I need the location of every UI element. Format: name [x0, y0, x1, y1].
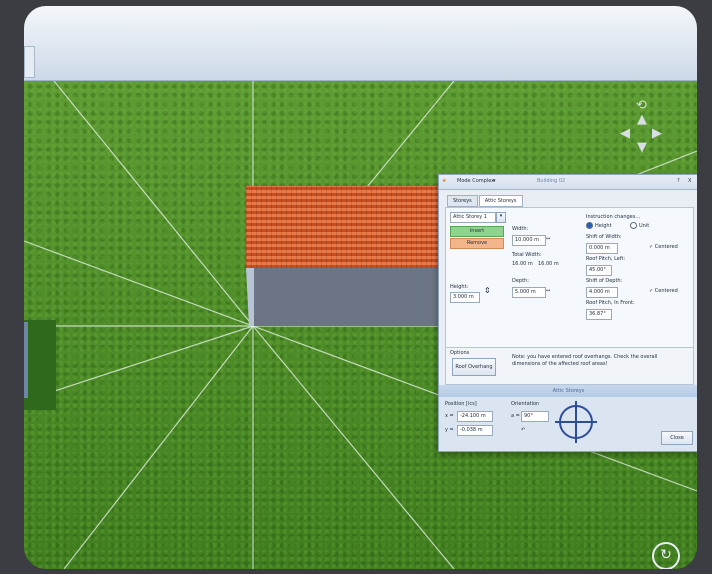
depth-pick-icon[interactable]: ↔: [546, 288, 550, 294]
building-wall[interactable]: [254, 268, 446, 326]
building-dialog: ★ Mode Complex ▾ Building 02 ? X Storeys…: [438, 174, 697, 452]
chevron-down-icon[interactable]: ▾: [493, 178, 496, 184]
dialog-titlebar: ★ Mode Complex ▾ Building 02 ? X: [439, 175, 697, 190]
angle-pick-icon[interactable]: ↶: [521, 427, 525, 433]
roof-pitch-front-field[interactable]: 36.87°: [586, 309, 612, 320]
arrow-left-icon[interactable]: ◀: [620, 126, 630, 141]
navigation-control[interactable]: ⟲ ▲ ◀ ▶ ▼: [616, 98, 666, 158]
roof-pitch-left-label: Roof Pitch, Left:: [586, 256, 626, 262]
tab-attic-storeys[interactable]: Attic Storeys: [478, 195, 523, 207]
centered2-checkbox[interactable]: ✓ Centered: [649, 288, 678, 294]
x-field[interactable]: -24.100 m: [457, 411, 493, 422]
close-icon[interactable]: X: [688, 178, 691, 184]
storey-select[interactable]: Attic Storey 1: [450, 212, 496, 223]
y-label: y =: [445, 427, 454, 433]
y-field[interactable]: -0.038 m: [457, 425, 493, 436]
angle-label: a =: [511, 413, 520, 419]
arrow-down-icon[interactable]: ▼: [637, 140, 647, 155]
remove-button[interactable]: Remove: [450, 238, 504, 249]
total-width-value: 16.00 m: [512, 261, 533, 267]
ribbon-toolbar: [24, 6, 697, 81]
dialog-title: Building 02: [537, 178, 566, 184]
width-field[interactable]: 10.000 m: [512, 235, 546, 246]
building-roof[interactable]: [246, 186, 446, 268]
position-label: Position [ics]: [445, 401, 477, 407]
roof-overhang-note: Note: you have entered roof overhangs. C…: [512, 354, 658, 367]
app-frame: ⟲ ▲ ◀ ▶ ▼ ★ Mode Complex ▾ Building 02 ?…: [24, 6, 697, 569]
arrow-up-icon[interactable]: ▲: [637, 112, 647, 127]
height-arrow-icon: ⇕: [484, 286, 491, 295]
instruction-label: Instruction changes...: [586, 214, 641, 220]
tab-storeys[interactable]: Storeys: [447, 195, 478, 207]
options-section: Options Roof Overhang Note: you have ent…: [445, 347, 694, 385]
roof-pitch-left-field[interactable]: 45.00°: [586, 265, 612, 276]
depth-field[interactable]: 5.000 m: [512, 287, 546, 298]
side-object: [24, 320, 56, 410]
close-button[interactable]: Close: [661, 431, 693, 445]
roof-overhang-button[interactable]: Roof Overhang: [452, 358, 496, 376]
position-section: Position [ics] x = -24.100 m y = -0.038 …: [439, 397, 697, 451]
radio-height[interactable]: Height: [586, 222, 612, 229]
total-width-value: 16.00 m: [538, 261, 559, 267]
guide-line: [24, 325, 254, 402]
orientation-compass[interactable]: [555, 401, 597, 443]
width-label: Width:: [512, 226, 529, 232]
x-label: x =: [445, 413, 454, 419]
ribbon-collapse-tab[interactable]: [24, 46, 35, 78]
guide-line: [63, 325, 254, 569]
roof-pitch-front-label: Roof Pitch, In Front:: [586, 300, 635, 306]
total-width-label: Total Width:: [512, 252, 542, 258]
side-object-edge: [24, 322, 28, 398]
guide-line: [252, 325, 455, 569]
rotate-icon[interactable]: ⟲: [636, 98, 647, 113]
height-field[interactable]: 3.000 m: [450, 292, 480, 303]
storey-dropdown-button[interactable]: ▾: [496, 212, 506, 223]
width-pick-icon[interactable]: ↔: [546, 236, 550, 242]
centered1-checkbox[interactable]: ✓ Centered: [649, 244, 678, 250]
insert-button[interactable]: Insert: [450, 226, 504, 237]
mode-menu[interactable]: Mode Complex: [457, 178, 494, 184]
options-label: Options: [450, 350, 470, 356]
help-button[interactable]: ?: [677, 178, 680, 184]
depth-label: Depth:: [512, 278, 529, 284]
angle-field[interactable]: 90°: [521, 411, 549, 422]
star-icon: ★: [442, 178, 447, 184]
shift-depth-field[interactable]: 4.000 m: [586, 287, 618, 298]
shift-width-field[interactable]: 0.000 m: [586, 243, 618, 254]
attic-panel: Attic Storey 1 ▾ Insert Remove Height: 3…: [445, 207, 694, 359]
radio-unit[interactable]: Unit: [630, 222, 649, 229]
shift-width-label: Shift of Width:: [586, 234, 622, 240]
orientation-label: Orientation: [511, 401, 540, 407]
refresh-icon[interactable]: ↻: [652, 542, 680, 569]
height-label: Height:: [450, 284, 469, 290]
dialog-tabs: Storeys Attic Storeys: [447, 195, 524, 207]
section-title: Attic Storeys: [439, 385, 697, 397]
shift-depth-label: Shift of Depth:: [586, 278, 623, 284]
arrow-right-icon[interactable]: ▶: [652, 126, 662, 141]
